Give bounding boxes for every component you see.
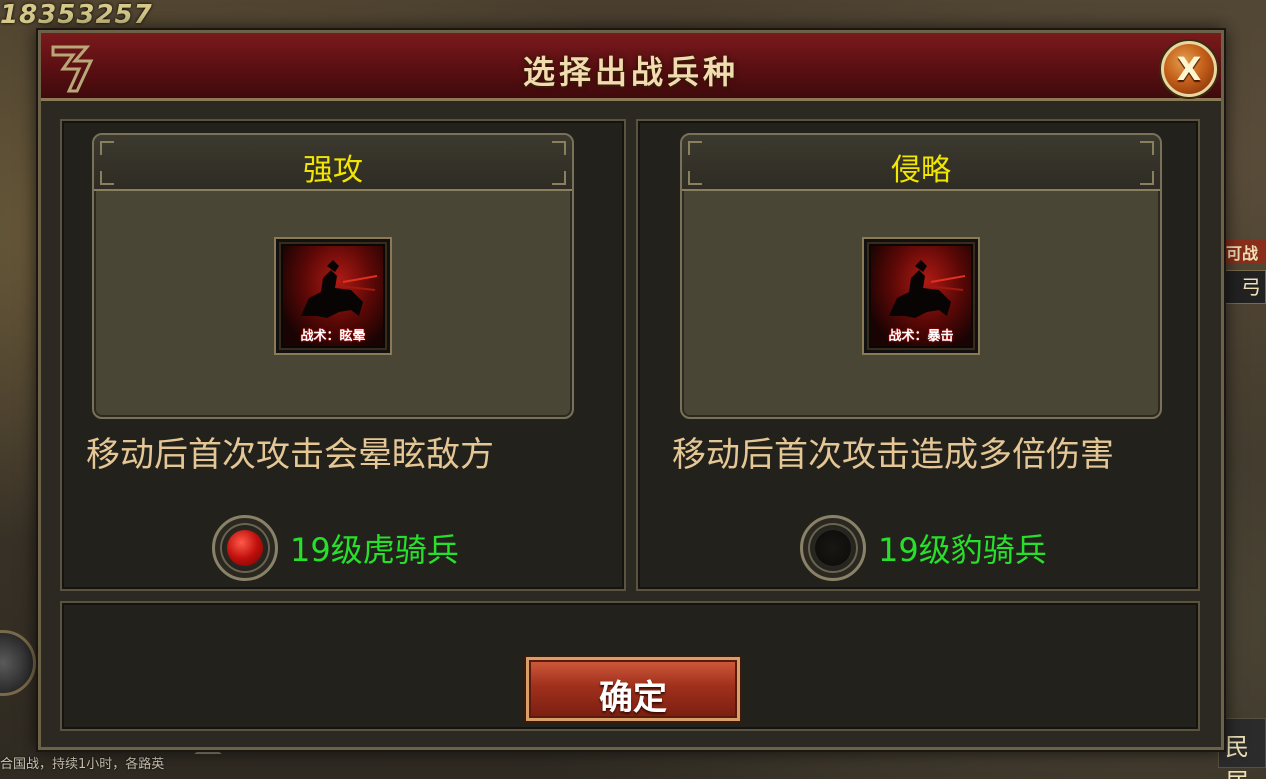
option-header: 强攻 bbox=[94, 135, 572, 191]
side-tag-mid: 弓 bbox=[1218, 270, 1266, 304]
select-troop-dialog: 选择出战兵种 X 强攻 战术：眩晕 移动后首次攻击会晕眩敌方 19级虎骑兵 侵略… bbox=[38, 30, 1224, 750]
confirm-label: 确定 bbox=[599, 678, 667, 718]
skill-stun-icon: 战术：眩晕 bbox=[276, 239, 390, 353]
radio-dot bbox=[227, 530, 263, 566]
close-icon: X bbox=[1176, 50, 1202, 88]
confirm-button[interactable]: 确定 bbox=[526, 657, 740, 721]
bottom-ticker: 合国战，持续1小时，各路英 bbox=[0, 757, 165, 772]
skill-crit-icon: 战术：暴击 bbox=[864, 239, 978, 353]
dialog-title: 选择出战兵种 bbox=[522, 53, 739, 91]
unit-select-row[interactable]: 19级豹骑兵 bbox=[800, 513, 1047, 583]
option-description: 移动后首次攻击造成多倍伤害 bbox=[672, 435, 1114, 475]
option-header: 侵略 bbox=[682, 135, 1160, 191]
option-description: 移动后首次攻击会晕眩敌方 bbox=[86, 435, 494, 475]
skill-label: 战术：暴击 bbox=[888, 329, 954, 344]
side-tag-bottom[interactable]: 民居 bbox=[1218, 718, 1266, 779]
dialog-footer: 确定 bbox=[60, 601, 1200, 731]
resource-counter: 18353257 bbox=[0, 0, 153, 30]
option-card: 强攻 战术：眩晕 bbox=[92, 133, 574, 419]
unit-label[interactable]: 19级豹骑兵 bbox=[878, 525, 1047, 571]
dialog-title-bar: 选择出战兵种 X bbox=[41, 33, 1221, 101]
option-panel-invade[interactable]: 侵略 战术：暴击 移动后首次攻击造成多倍伤害 19级豹骑兵 bbox=[636, 119, 1200, 591]
radio-button-unselected[interactable] bbox=[800, 515, 866, 581]
radio-dot bbox=[815, 530, 851, 566]
option-title: 强攻 bbox=[303, 153, 363, 188]
close-button[interactable]: X bbox=[1161, 41, 1217, 97]
side-tag-top: 可战 bbox=[1218, 240, 1266, 264]
option-card: 侵略 战术：暴击 bbox=[680, 133, 1162, 419]
option-title: 侵略 bbox=[891, 153, 951, 188]
unit-label[interactable]: 19级虎骑兵 bbox=[290, 525, 459, 571]
unit-select-row[interactable]: 19级虎骑兵 bbox=[212, 513, 459, 583]
option-panel-assault[interactable]: 强攻 战术：眩晕 移动后首次攻击会晕眩敌方 19级虎骑兵 bbox=[60, 119, 626, 591]
radio-button-selected[interactable] bbox=[212, 515, 278, 581]
skill-label: 战术：眩晕 bbox=[300, 329, 366, 344]
